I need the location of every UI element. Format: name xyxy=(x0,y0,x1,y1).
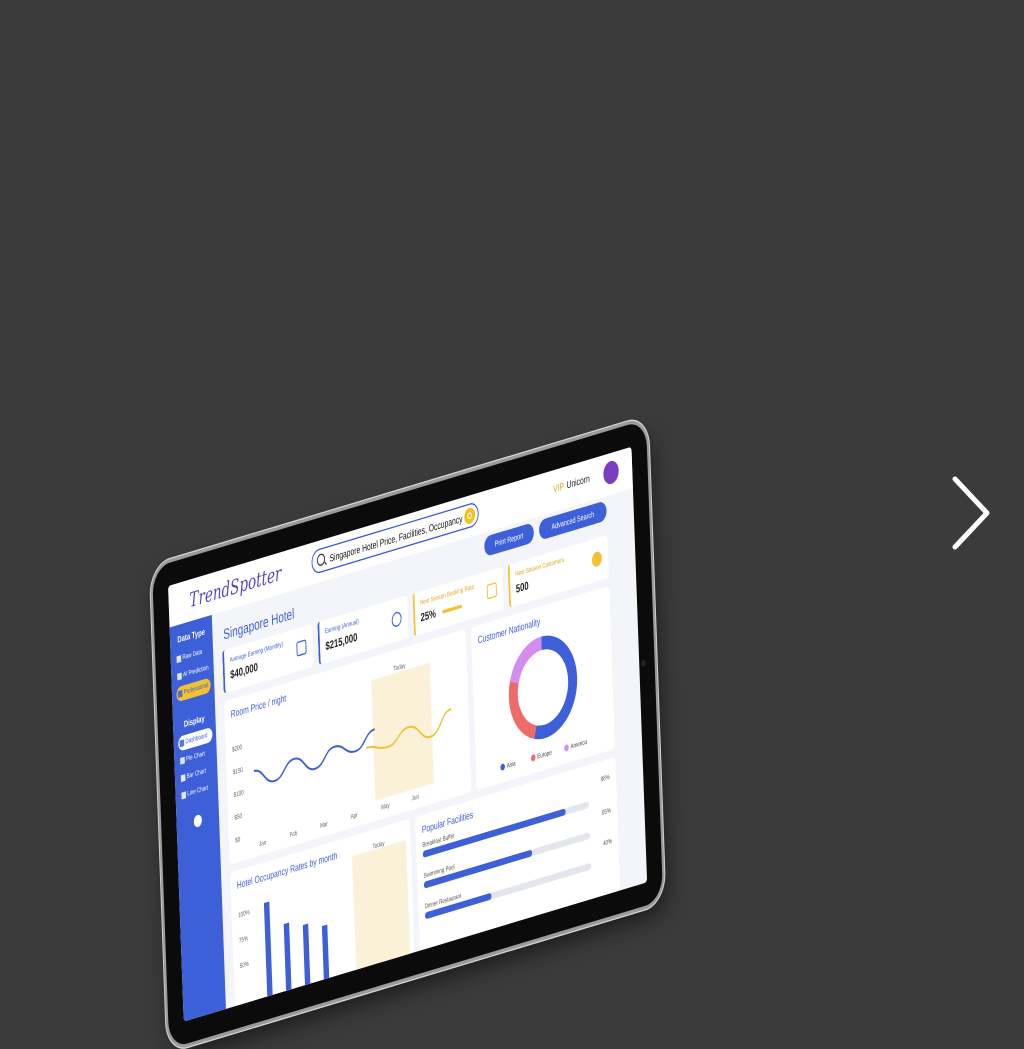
next-slide-arrow-icon[interactable] xyxy=(945,475,995,551)
search-icon xyxy=(316,552,326,567)
dollar-icon xyxy=(391,610,402,629)
app-logo[interactable]: TrendSpotter xyxy=(189,562,282,613)
legend-dot-icon xyxy=(500,763,506,772)
y-tick: 75% xyxy=(238,934,249,945)
series-line xyxy=(253,728,375,783)
list-icon xyxy=(176,655,182,664)
legend-dot-icon xyxy=(564,744,569,753)
kpi-value: 25% xyxy=(420,606,437,625)
tablet-screen: TrendSpotter Singapore Hotel Price, Faci… xyxy=(168,446,648,1022)
occupancy-bar xyxy=(263,901,273,997)
card-title: Popular Facilities xyxy=(421,809,474,836)
legend-dot-icon xyxy=(530,754,536,763)
y-tick: $100 xyxy=(233,788,244,800)
pie-chart-icon xyxy=(180,756,185,765)
y-tick: 50% xyxy=(239,960,249,971)
y-tick: $0 xyxy=(235,835,241,845)
x-tick: Jan xyxy=(258,838,267,849)
user-name[interactable]: Unicorn xyxy=(566,473,590,491)
card-title: Room Price / night xyxy=(230,692,287,721)
tablet-mockup: TrendSpotter Singapore Hotel Price, Faci… xyxy=(150,419,665,1049)
x-tick: Apr xyxy=(350,811,358,821)
calendar-icon xyxy=(296,639,307,657)
briefcase-icon xyxy=(177,689,183,698)
donut-slice xyxy=(509,636,542,684)
people-icon xyxy=(591,550,603,568)
occupancy-bar xyxy=(302,923,311,986)
legend-label: Asia xyxy=(506,759,516,770)
sidebar-item-label: Bar Chart xyxy=(186,767,207,781)
occupancy-bar xyxy=(321,924,330,980)
kpi-label: Next Season Booking Rate xyxy=(419,583,475,607)
x-tick: Mar xyxy=(319,820,329,831)
facility-percent: 65% xyxy=(601,806,612,817)
y-tick: 100% xyxy=(237,908,250,920)
series-line xyxy=(366,707,452,750)
kpi-value: $40,000 xyxy=(230,660,259,682)
kpi-value: $215,000 xyxy=(325,630,358,653)
search-submit-icon[interactable] xyxy=(463,506,476,526)
booking-rate-bar xyxy=(442,604,463,614)
tablet-camera xyxy=(640,659,646,668)
occupancy-plot xyxy=(263,901,330,997)
tablet-device: TrendSpotter Singapore Hotel Price, Faci… xyxy=(152,419,664,1049)
occupancy-bar xyxy=(283,922,292,991)
nationality-donut xyxy=(508,635,578,740)
search-bar[interactable]: Singapore Hotel Price, Facilities, Occup… xyxy=(311,500,480,576)
kpi-value: 500 xyxy=(515,579,529,596)
today-highlight xyxy=(352,840,411,970)
vip-badge: VIP xyxy=(552,480,565,496)
facility-percent: 86% xyxy=(600,773,610,784)
sidebar: Data Type Raw Data AI Prediction Profess… xyxy=(169,614,226,1022)
sidebar-item-label: Professional xyxy=(183,681,209,697)
legend-asia: Asia xyxy=(500,759,516,772)
kpi-label: Next Season Customers xyxy=(515,556,565,579)
facility-percent: 40% xyxy=(602,837,613,848)
legend-america: America xyxy=(564,738,588,753)
x-tick: Jun xyxy=(411,792,420,803)
sidebar-item-label: Raw Data xyxy=(182,648,203,662)
trend-icon xyxy=(177,672,182,681)
legend-label: America xyxy=(570,738,588,751)
legend-label: Europe xyxy=(537,748,552,761)
y-tick: $150 xyxy=(232,766,244,777)
nationality-card: Customer Nationality Asia Europe America xyxy=(470,585,616,791)
line-chart-icon xyxy=(181,791,187,800)
facility-bar-track xyxy=(422,801,590,858)
legend-europe: Europe xyxy=(530,748,552,763)
x-tick: May xyxy=(381,801,390,812)
sidebar-item-label: AI Prediction xyxy=(182,663,209,679)
checkbox-icon xyxy=(486,581,498,600)
sidebar-item-label: Line Chart xyxy=(187,784,209,798)
y-tick: $50 xyxy=(234,812,243,823)
sidebar-item-label: Pie Chart xyxy=(185,749,205,763)
x-tick: Feb xyxy=(289,829,298,840)
avatar[interactable] xyxy=(603,458,620,487)
sidebar-item-label: Dashboard xyxy=(185,731,208,746)
y-tick: $200 xyxy=(231,743,243,754)
bar-chart-icon xyxy=(180,774,186,783)
dashboard-icon xyxy=(179,739,185,748)
donut-slice xyxy=(508,681,537,739)
search-input[interactable]: Singapore Hotel Price, Facilities, Occup… xyxy=(329,513,462,564)
collapse-sidebar-icon[interactable] xyxy=(193,813,203,829)
